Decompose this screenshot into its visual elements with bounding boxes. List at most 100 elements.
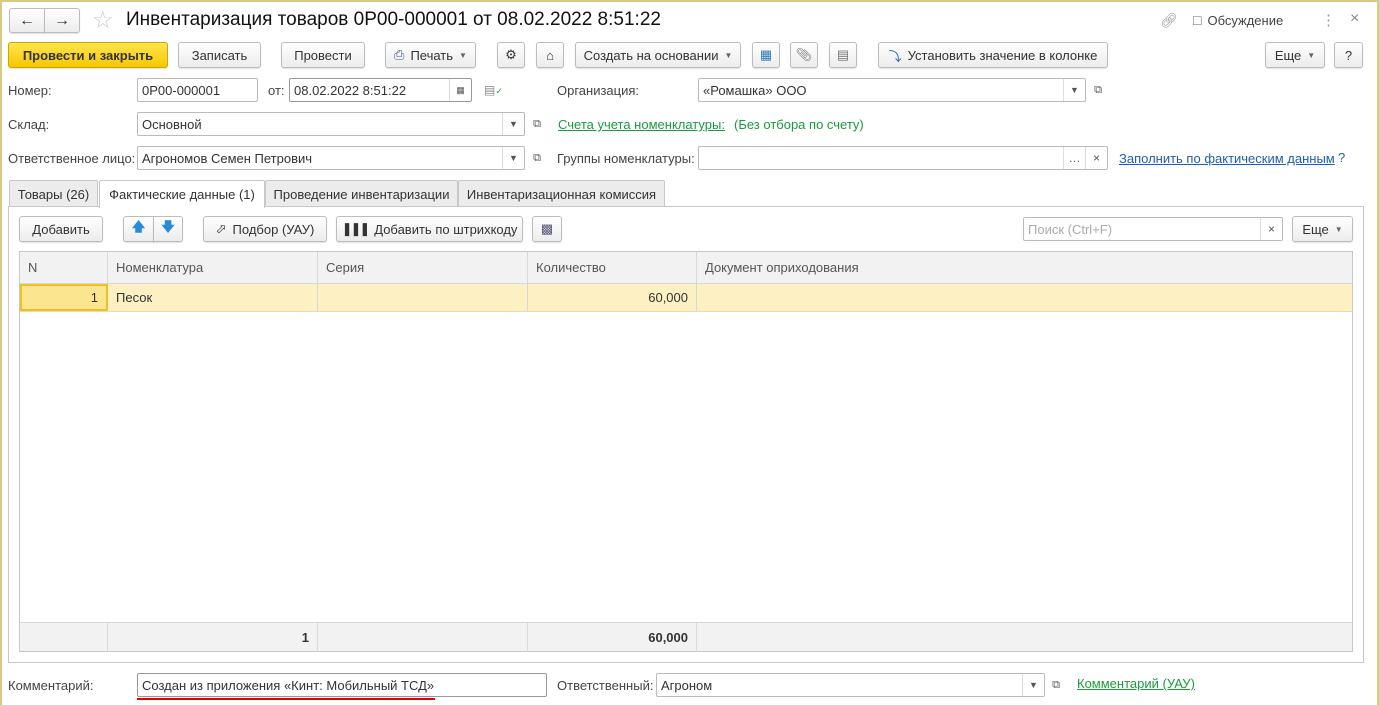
- column-header-quantity[interactable]: Количество: [528, 252, 697, 283]
- comment-uau-link[interactable]: Комментарий (УАУ): [1077, 676, 1195, 691]
- tab-posting[interactable]: Проведение инвентаризации: [265, 180, 458, 207]
- more-button[interactable]: Еще ▼: [1265, 42, 1325, 68]
- number-field[interactable]: 0Р00-000001: [137, 78, 258, 102]
- list-icon: ▤: [836, 47, 850, 62]
- forward-button[interactable]: →: [44, 8, 80, 33]
- red-underline: [137, 698, 435, 700]
- select-ellipsis-icon[interactable]: …: [1063, 147, 1085, 169]
- paperclip-icon: 📎︎: [795, 47, 813, 62]
- responsible-person-label: Ответственное лицо:: [8, 151, 136, 166]
- cell-n[interactable]: 1: [20, 284, 108, 311]
- column-header-n[interactable]: N: [20, 252, 108, 283]
- open-icon[interactable]: ⧉: [1046, 675, 1066, 695]
- discussion-button[interactable]: □ Обсуждение: [1193, 12, 1283, 28]
- help-icon[interactable]: ?: [1338, 150, 1345, 165]
- set-column-value-button[interactable]: ⤵ Установить значение в колонке: [878, 42, 1108, 68]
- add-by-barcode-button[interactable]: ❚❚❚ Добавить по штрихкоду: [336, 216, 523, 242]
- move-up-button[interactable]: 🡅: [123, 216, 154, 242]
- arrow-down-icon: 🡇: [161, 219, 175, 234]
- accounts-link[interactable]: Счета учета номенклатуры:: [558, 117, 725, 132]
- date-field[interactable]: 08.02.2022 8:51:22 ▦: [289, 78, 472, 102]
- hierarchy-icon: ▦: [759, 47, 773, 62]
- post-and-close-button[interactable]: Провести и закрыть: [8, 42, 168, 68]
- pick-button[interactable]: ⬀ Подбор (УАУ): [203, 216, 327, 242]
- warehouse-label: Склад:: [8, 117, 50, 132]
- fill-from-actual-link[interactable]: Заполнить по фактическим данным: [1119, 151, 1335, 166]
- post-button[interactable]: Провести: [281, 42, 365, 68]
- footer-empty: [318, 623, 528, 652]
- chevron-down-icon: ▼: [459, 50, 467, 60]
- add-row-button[interactable]: Добавить: [19, 216, 103, 242]
- calendar-icon[interactable]: ▦: [449, 79, 471, 101]
- scanner-button[interactable]: ▩: [532, 216, 562, 242]
- curved-arrow-icon: ⤵: [888, 48, 902, 64]
- tab-actual-data[interactable]: Фактические данные (1): [99, 180, 265, 208]
- help-button[interactable]: ?: [1334, 42, 1363, 68]
- gear-icon: ⚙: [505, 47, 517, 62]
- column-header-item[interactable]: Номенклатура: [108, 252, 318, 283]
- open-icon[interactable]: ⧉: [527, 148, 547, 168]
- tab-goods[interactable]: Товары (26): [9, 180, 98, 207]
- cell-item[interactable]: Песок: [108, 284, 318, 311]
- warehouse-field[interactable]: Основной ▼: [137, 112, 525, 136]
- cell-quantity[interactable]: 60,000: [528, 284, 697, 311]
- cell-document[interactable]: [697, 284, 1352, 311]
- cursor-icon: ⬀: [215, 221, 227, 236]
- comment-field[interactable]: Создан из приложения «Кинт: Мобильный ТС…: [137, 673, 547, 697]
- link-icon[interactable]: 🔗︎: [1160, 12, 1178, 29]
- groups-field[interactable]: … ×: [698, 146, 1108, 170]
- open-icon[interactable]: ⧉: [527, 114, 547, 134]
- create-based-on-button[interactable]: Создать на основании ▼: [575, 42, 741, 68]
- footer-count: 1: [108, 623, 318, 652]
- cell-series[interactable]: [318, 284, 528, 311]
- column-header-document[interactable]: Документ оприходования: [697, 252, 1352, 283]
- search-input[interactable]: Поиск (Ctrl+F) ×: [1023, 217, 1283, 241]
- table-more-button[interactable]: Еще ▼: [1292, 216, 1353, 242]
- back-button[interactable]: ←: [9, 8, 45, 33]
- print-button[interactable]: ⎙ Печать ▼: [385, 42, 476, 68]
- save-button[interactable]: Записать: [178, 42, 261, 68]
- report-button[interactable]: ▤: [829, 42, 857, 68]
- accounts-value: (Без отбора по счету): [734, 117, 864, 132]
- responsible-person-field[interactable]: Агрономов Семен Петрович ▼: [137, 146, 525, 170]
- more-menu-icon[interactable]: ⋮: [1321, 11, 1336, 29]
- chevron-down-icon[interactable]: ▼: [502, 113, 524, 135]
- organization-label: Организация:: [557, 83, 640, 98]
- table-footer: 1 60,000: [20, 622, 1352, 652]
- chevron-down-icon[interactable]: ▼: [1063, 79, 1085, 101]
- column-header-series[interactable]: Серия: [318, 252, 528, 283]
- organization-field[interactable]: «Ромашка» ООО ▼: [698, 78, 1086, 102]
- page-title: Инвентаризация товаров 0Р00-000001 от 08…: [126, 9, 661, 30]
- actual-data-table[interactable]: N Номенклатура Серия Количество Документ…: [19, 251, 1353, 652]
- open-icon[interactable]: ⧉: [1088, 80, 1108, 100]
- groups-label: Группы номенклатуры:: [557, 151, 695, 166]
- responsible-label: Ответственный:: [557, 678, 654, 693]
- scanner-icon: ▩: [540, 221, 554, 236]
- hierarchy-button[interactable]: ▦: [752, 42, 780, 68]
- chevron-down-icon: ▼: [1334, 224, 1343, 234]
- number-label: Номер:: [8, 83, 52, 98]
- comment-label: Комментарий:: [8, 678, 94, 693]
- clear-icon[interactable]: ×: [1085, 147, 1107, 169]
- chat-icon: □: [1193, 12, 1202, 28]
- footer-quantity: 60,000: [528, 623, 697, 652]
- structure-button[interactable]: ⌂: [536, 42, 564, 68]
- printer-icon: ⎙: [394, 47, 405, 62]
- document-check-icon[interactable]: ▤✓: [484, 83, 503, 97]
- close-icon[interactable]: ×: [1350, 10, 1359, 28]
- chevron-down-icon[interactable]: ▼: [1022, 674, 1044, 696]
- star-icon[interactable]: ☆: [92, 6, 114, 35]
- table-header: N Номенклатура Серия Количество Документ…: [20, 252, 1352, 284]
- arrow-right-icon: →: [54, 11, 70, 29]
- chevron-down-icon: ▼: [1307, 50, 1316, 60]
- attach-button[interactable]: 📎︎: [790, 42, 818, 68]
- chevron-down-icon: ▼: [724, 50, 733, 60]
- tab-commission[interactable]: Инвентаризационная комиссия: [458, 180, 665, 207]
- table-row[interactable]: 1 Песок 60,000: [20, 284, 1352, 312]
- chevron-down-icon[interactable]: ▼: [502, 147, 524, 169]
- clear-search-icon[interactable]: ×: [1260, 218, 1282, 240]
- responsible-field[interactable]: Агроном ▼: [656, 673, 1045, 697]
- barcode-icon: ❚❚❚: [341, 221, 371, 236]
- settings-button[interactable]: ⚙: [497, 42, 525, 68]
- move-down-button[interactable]: 🡇: [153, 216, 183, 242]
